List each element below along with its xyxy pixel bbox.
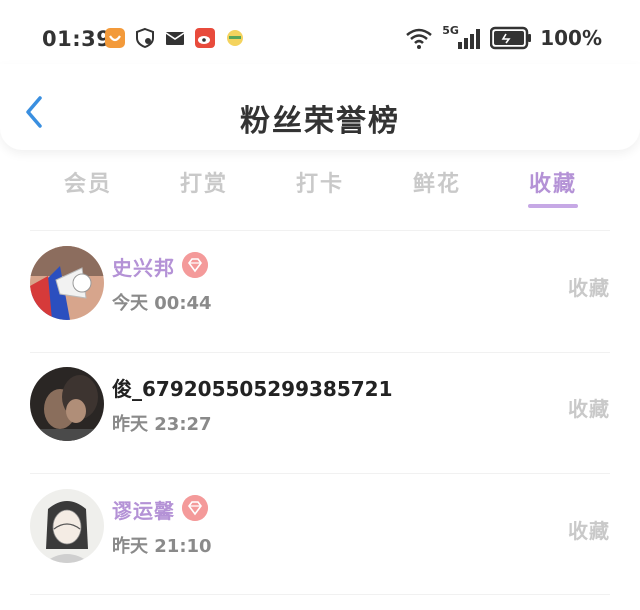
list-item[interactable]: 谬运馨 昨天 21:10 收藏: [0, 477, 640, 577]
signal-bars-icon: [458, 29, 481, 49]
status-time: 01:39: [42, 27, 112, 51]
shield-icon: [136, 27, 154, 49]
action-label: 收藏: [568, 276, 610, 300]
divider: [30, 352, 610, 353]
avatar: [30, 246, 104, 320]
tab-rewards[interactable]: 打赏: [164, 166, 244, 198]
mail-icon: [165, 32, 185, 45]
divider: [30, 473, 610, 474]
action-label: 收藏: [568, 397, 610, 421]
header-bar: 粉丝荣誉榜: [0, 64, 640, 150]
divider: [30, 230, 610, 231]
action-label: 收藏: [568, 519, 610, 543]
app-orange-icon: [105, 28, 125, 48]
timestamp: 昨天 23:27: [112, 414, 212, 435]
tab-checkin[interactable]: 打卡: [280, 166, 360, 198]
cellular-signal: 5G: [442, 24, 482, 50]
weibo-icon: [195, 28, 215, 48]
tab-flowers[interactable]: 鲜花: [397, 166, 477, 198]
battery-percent: 100%: [540, 26, 602, 50]
tab-favorites[interactable]: 收藏: [513, 166, 593, 198]
wifi-icon: [406, 28, 433, 49]
page-title: 粉丝荣誉榜: [240, 104, 400, 139]
tab-members[interactable]: 会员: [48, 166, 128, 198]
user-name: 史兴邦: [112, 256, 175, 280]
list-item[interactable]: 史兴邦 今天 00:44 收藏: [0, 234, 640, 334]
user-name: 谬运馨: [112, 499, 175, 523]
status-right: 5G 100%: [404, 24, 602, 50]
divider: [30, 594, 610, 595]
diamond-badge-icon: [182, 495, 208, 521]
active-tab-indicator: [528, 204, 578, 208]
list-item[interactable]: 俊_679205505299385721 昨天 23:27 收藏: [0, 355, 640, 455]
diamond-badge-icon: [182, 252, 208, 278]
bird-icon: [227, 30, 243, 46]
timestamp: 昨天 21:10: [112, 536, 212, 557]
status-left-icons: [104, 27, 246, 49]
battery-icon: [490, 26, 532, 50]
tab-bar: 会员 打赏 打卡 鲜花 收藏: [0, 160, 640, 216]
avatar: [30, 489, 104, 563]
timestamp: 今天 00:44: [112, 293, 212, 314]
avatar: [30, 367, 104, 441]
user-name: 俊_679205505299385721: [112, 377, 393, 401]
